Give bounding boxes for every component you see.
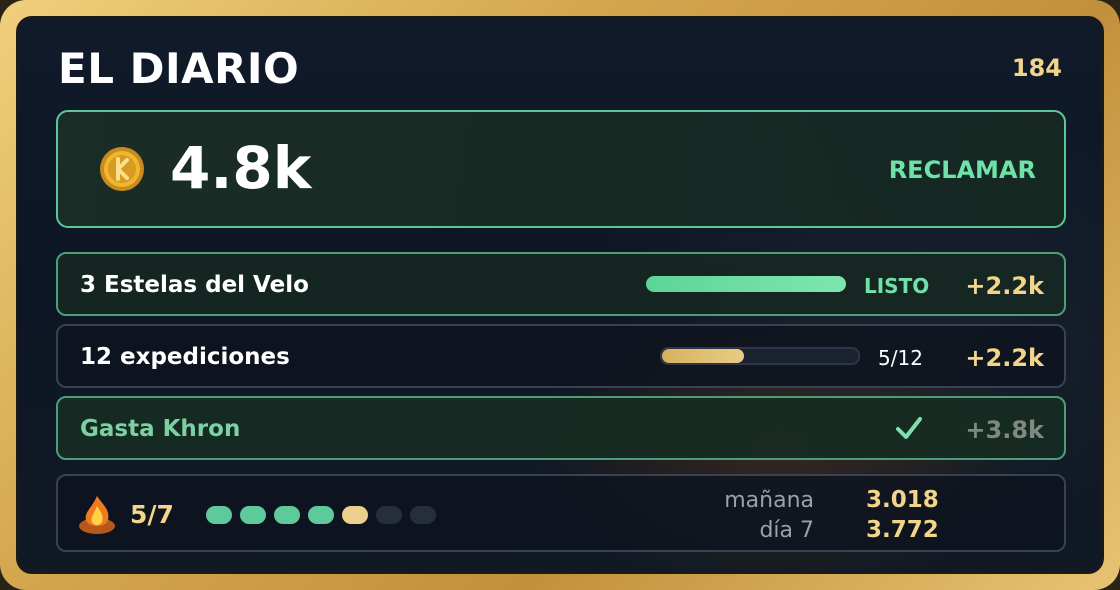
daily-panel: EL DIARIO 184 4.8k RECLAMAR 3 Estelas de… — [16, 16, 1104, 574]
streak-dot-5 — [342, 506, 368, 524]
streak-dot-1 — [206, 506, 232, 524]
task-status-fraction: 5/12 — [878, 346, 923, 370]
task-label: 3 Estelas del Velo — [80, 272, 309, 298]
task-progress-fill — [662, 349, 744, 363]
coin-icon — [100, 147, 144, 191]
streak-dot-4 — [308, 506, 334, 524]
claim-amount: 4.8k — [170, 134, 312, 202]
check-icon — [896, 417, 922, 439]
task-label: Gasta Khron — [80, 416, 241, 442]
task-row-gasta-khron[interactable]: Gasta Khron +3.8k — [56, 396, 1066, 460]
streak-dot-7 — [410, 506, 436, 524]
next-reward-label: mañana — [724, 488, 814, 513]
claim-button[interactable]: RECLAMAR — [889, 156, 1036, 184]
streak-dot-2 — [240, 506, 266, 524]
card-frame: EL DIARIO 184 4.8k RECLAMAR 3 Estelas de… — [0, 0, 1120, 590]
streak-count: 5/7 — [130, 500, 174, 529]
final-reward-label: día 7 — [759, 518, 814, 543]
task-status-ready: LISTO — [864, 274, 930, 298]
header-counter: 184 — [1011, 54, 1062, 82]
task-row-estelas[interactable]: 3 Estelas del Velo LISTO +2.2k — [56, 252, 1066, 316]
next-reward-value: 3.018 — [866, 487, 939, 513]
streak-dot-3 — [274, 506, 300, 524]
streak-dot-6 — [376, 506, 402, 524]
task-reward: +3.8k — [965, 416, 1044, 444]
task-progress-bar-full — [646, 276, 846, 292]
streak-bar: 5/7 mañana 3.018 día 7 3.772 — [56, 474, 1066, 552]
panel-title: EL DIARIO — [58, 44, 300, 93]
claim-card[interactable]: 4.8k RECLAMAR — [56, 110, 1066, 228]
final-reward-value: 3.772 — [866, 517, 939, 543]
task-reward: +2.2k — [965, 344, 1044, 372]
flame-icon — [79, 496, 115, 534]
task-row-expediciones[interactable]: 12 expediciones 5/12 +2.2k — [56, 324, 1066, 388]
task-reward: +2.2k — [965, 272, 1044, 300]
task-label: 12 expediciones — [80, 344, 290, 370]
